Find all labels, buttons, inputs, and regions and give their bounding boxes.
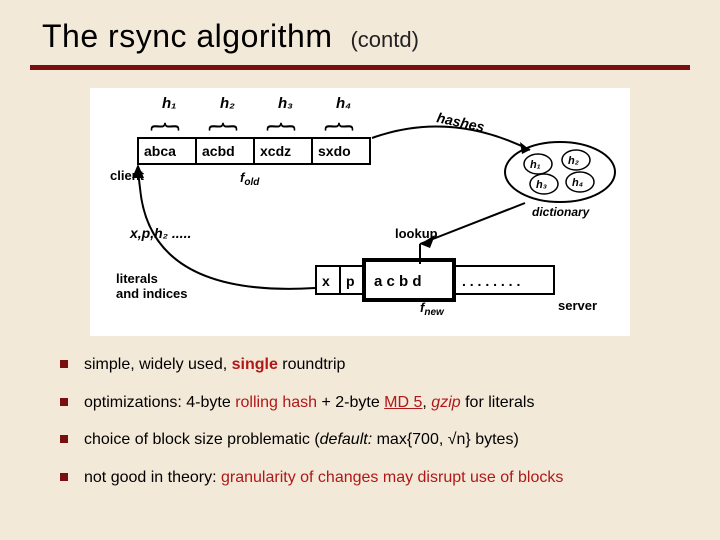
bullet-1-text: simple, widely used, single roundtrip [84, 354, 345, 376]
old-block-3: xcdz [260, 143, 291, 159]
lookup-label: lookup [395, 226, 438, 241]
svg-text:︷: ︷ [208, 102, 238, 135]
new-block-2: p [346, 273, 355, 289]
dictionary-label: dictionary [532, 205, 591, 219]
bullet-4-text: not good in theory: granularity of chang… [84, 467, 563, 489]
new-block-3: a c b d [374, 273, 422, 290]
bullet-1: simple, widely used, single roundtrip [60, 354, 670, 376]
bullet-3: choice of block size problematic (defaul… [60, 429, 670, 451]
bullet-3-text: choice of block size problematic (defaul… [84, 429, 519, 451]
slide-subtitle: (contd) [350, 27, 418, 53]
server-label: server [558, 298, 597, 313]
svg-text:︷: ︷ [324, 102, 354, 135]
svg-text:︷: ︷ [266, 102, 296, 135]
slide-title: The rsync algorithm [42, 18, 332, 55]
literals-label-1: literals [116, 271, 158, 286]
slide-title-row: The rsync algorithm (contd) [0, 18, 720, 61]
new-block-4: . . . . . . . . [462, 273, 520, 289]
dict-h1: h₁ [530, 159, 541, 171]
bullet-icon [60, 360, 68, 368]
rsync-diagram: h₁ h₂ h₃ h₄ ︷ ︷ ︷ ︷ abca acbd xcdz sxdo [90, 88, 630, 336]
stream-text: x,p,h₂ ..... [129, 225, 191, 241]
dict-h2: h₂ [568, 155, 579, 167]
old-block-2: acbd [202, 143, 235, 159]
bullet-icon [60, 473, 68, 481]
literals-label-2: and indices [116, 286, 188, 301]
svg-text:fnew: fnew [420, 300, 445, 318]
slide: The rsync algorithm (contd) h₁ h₂ h₃ h₄ … [0, 0, 720, 540]
title-underline [30, 65, 690, 70]
old-block-4: sxdo [318, 143, 351, 159]
hashes-arrow-label: hashes [435, 109, 486, 135]
bullet-icon [60, 435, 68, 443]
bullet-list: simple, widely used, single roundtrip op… [0, 354, 720, 488]
bullet-icon [60, 398, 68, 406]
old-block-1: abca [144, 143, 176, 159]
new-block-1: x [322, 273, 330, 289]
dict-h3: h₃ [536, 179, 547, 191]
svg-text:fold: fold [240, 170, 260, 188]
dict-h4: h₄ [572, 177, 583, 189]
bullet-4: not good in theory: granularity of chang… [60, 467, 670, 489]
svg-text:︷: ︷ [150, 102, 180, 135]
bullet-2: optimizations: 4-byte rolling hash + 2-b… [60, 392, 670, 414]
bullet-2-text: optimizations: 4-byte rolling hash + 2-b… [84, 392, 534, 414]
